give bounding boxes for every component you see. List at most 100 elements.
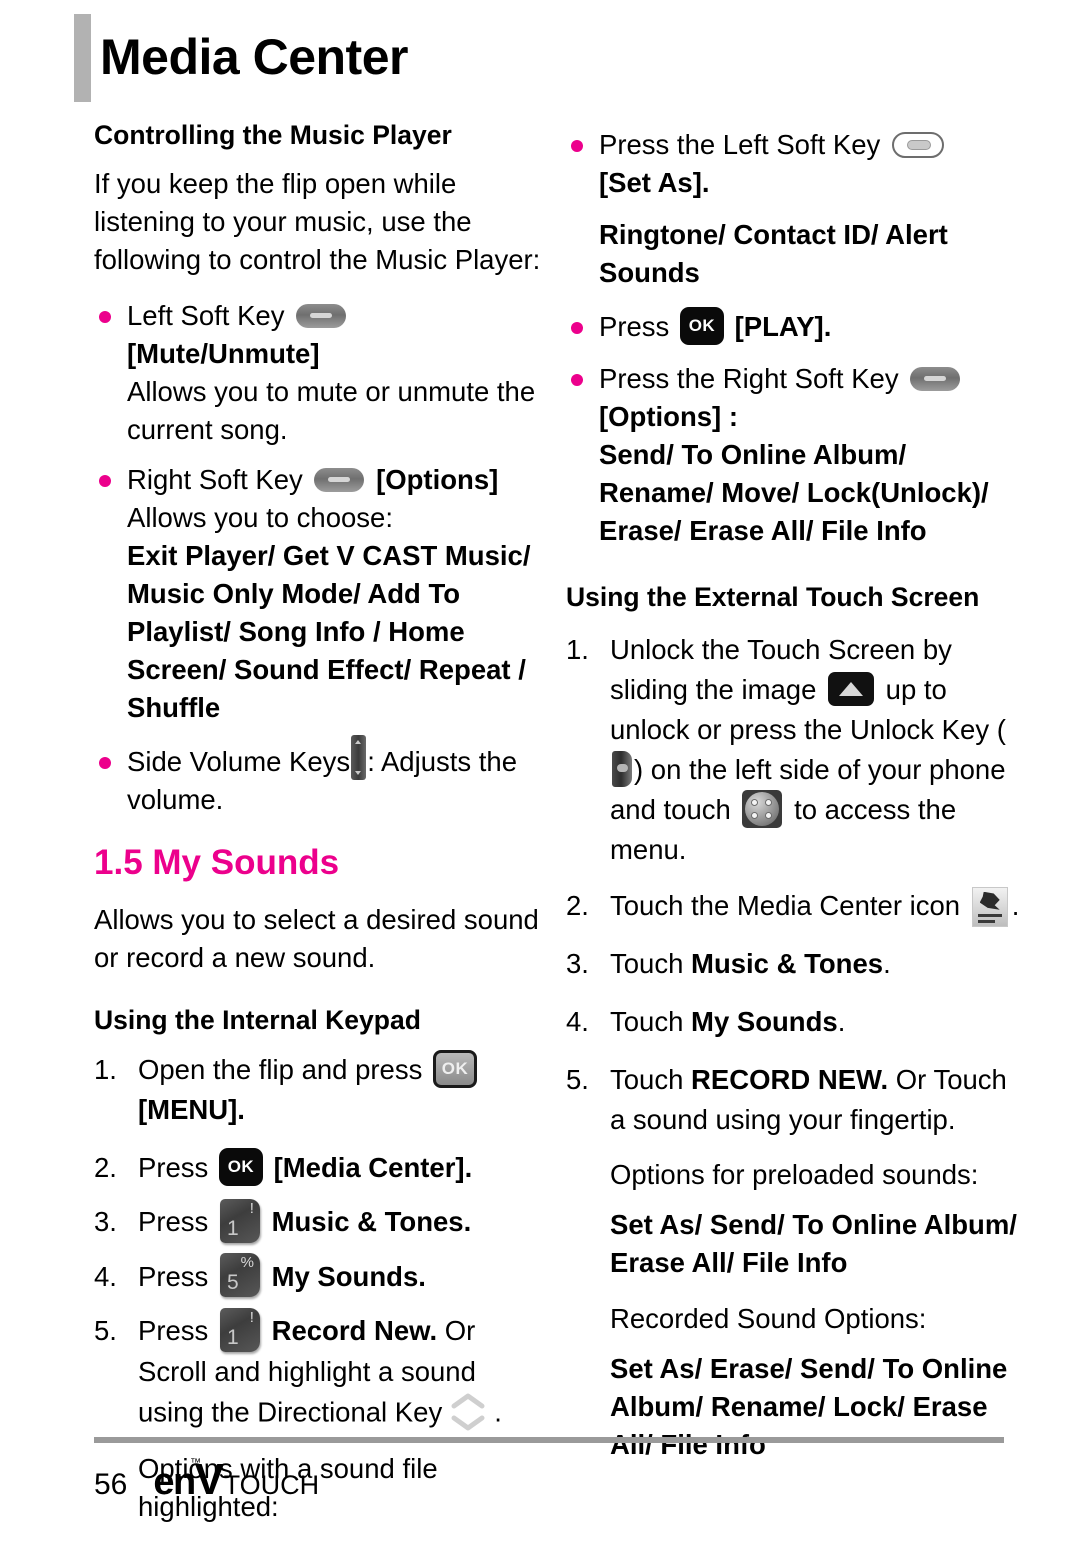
step-internal-2: 2. Press OK [Media Center].: [94, 1148, 542, 1188]
bullet-side-volume-keys: Side Volume Keys: Adjusts the volume.: [94, 735, 542, 819]
step-text-before: Press: [138, 1152, 209, 1183]
bullet-label-before: Right Soft Key: [127, 464, 303, 495]
heading-internal-keypad: Using the Internal Keypad: [94, 1005, 421, 1035]
step-number: 3.: [94, 1206, 117, 1237]
step-text-end: .: [494, 1396, 502, 1428]
step-external-5: 5. Touch RECORD NEW. Or Touch a sound us…: [566, 1060, 1026, 1140]
ok-key-gray-icon: OK: [433, 1050, 477, 1089]
step-part-2: .: [883, 948, 891, 979]
unlock-key-icon: [612, 750, 632, 787]
step-text-after: [MENU].: [138, 1094, 245, 1125]
bullet-label-after: [Mute/Unmute]: [127, 338, 320, 369]
left-column: Controlling the Music Player If you keep…: [94, 118, 542, 1538]
step-external-1: 1. Unlock the Touch Screen by sliding th…: [566, 630, 1026, 870]
step-text-before: Press: [138, 1260, 209, 1292]
step-part-2: .: [1011, 890, 1020, 921]
slide-up-icon: [828, 672, 875, 707]
page-footer: 56 enV ™ TOUCH: [94, 1437, 1004, 1504]
step-text-before: Press: [138, 1206, 209, 1237]
bullet-sub-options: Ringtone/ Contact ID/ Alert Sounds: [599, 219, 948, 288]
step-number: 4.: [566, 1006, 589, 1037]
footer-divider: [94, 1437, 1004, 1443]
step-number: 4.: [94, 1260, 117, 1292]
soft-key-outline-icon: [891, 131, 944, 158]
directional-key-icon: [448, 1388, 488, 1436]
logo-trademark: ™: [190, 1457, 202, 1469]
recorded-label: Recorded Sound Options:: [610, 1303, 927, 1334]
media-center-thumbnail-icon: [971, 886, 1008, 927]
section-intro: Allows you to select a desired sound or …: [94, 904, 539, 973]
step-internal-3: 3. Press 1! Music & Tones.: [94, 1198, 542, 1243]
step-external-2: 2. Touch the Media Center icon .: [566, 886, 1026, 927]
step-internal-1: 1. Open the flip and press OK [MENU].: [94, 1050, 542, 1130]
bullet-label-before: Side Volume Keys: [127, 746, 351, 777]
step-number: 1.: [566, 634, 589, 665]
logo-touch: TOUCH: [223, 1470, 320, 1500]
heading-controlling-music-player: Controlling the Music Player: [94, 120, 452, 150]
manual-page: Media Center Controlling the Music Playe…: [0, 0, 1080, 1552]
step-number: 2.: [94, 1152, 117, 1183]
logo-env: enV: [153, 1455, 224, 1504]
soft-key-gray-icon: [296, 303, 347, 328]
step-number: 5.: [566, 1064, 589, 1095]
bullet-detail: Allows you to mute or unmute the current…: [127, 376, 536, 445]
step-part-1: Touch: [610, 948, 684, 979]
env-touch-logo: enV ™ TOUCH: [153, 1455, 320, 1504]
ok-key-black-icon: OK: [679, 307, 724, 346]
bullet-label-before: Press: [599, 311, 670, 342]
numkey-5-icon: 5%: [219, 1253, 260, 1298]
step-text-before: Open the flip and press: [138, 1054, 423, 1085]
bullet-label-after: [Set As].: [599, 167, 710, 198]
step-text-after: Record New.: [271, 1315, 438, 1347]
side-volume-key-icon: [351, 735, 367, 781]
step-internal-5: 5. Press 1! Record New. Or Scroll and hi…: [94, 1308, 542, 1436]
step-external-3: 3. Touch Music & Tones.: [566, 944, 1026, 984]
step-part-2: .: [837, 1006, 846, 1037]
bullet-label-before: Press the Right Soft Key: [599, 363, 899, 394]
numkey-1-icon: 1!: [219, 1308, 260, 1353]
step-bold: Music & Tones: [691, 948, 884, 979]
bullet-detail: Allows you to choose:: [127, 502, 393, 533]
header-accent-bar: [74, 14, 91, 102]
step-bold: RECORD NEW.: [691, 1064, 889, 1095]
intro-paragraph: If you keep the flip open while listenin…: [94, 168, 541, 275]
preloaded-label: Options for preloaded sounds:: [610, 1159, 979, 1190]
bullet-press-left-soft-key: Press the Left Soft Key [Set As]. Ringto…: [566, 126, 1026, 292]
page-title: Media Center: [100, 29, 408, 85]
step-number: 1.: [94, 1054, 117, 1085]
bullet-options-list: Exit Player/ Get V CAST Music/ Music Onl…: [127, 540, 531, 723]
step-part-1: Touch: [610, 1006, 684, 1037]
step-number: 2.: [566, 890, 589, 921]
section-heading-my-sounds: 1.5 My Sounds: [94, 843, 340, 882]
soft-key-gray-icon: [910, 366, 961, 391]
bullet-label-before: Left Soft Key: [127, 300, 285, 331]
page-header: Media Center: [0, 0, 1080, 118]
bullet-label-after: [Options] :: [599, 401, 738, 432]
step-external-4: 4. Touch My Sounds.: [566, 1002, 1026, 1042]
bullet-right-soft-key: Right Soft Key [Options] Allows you to c…: [94, 461, 542, 727]
bullet-press-play: Press OK [PLAY].: [566, 307, 1026, 346]
ok-key-black-icon: OK: [218, 1148, 263, 1187]
step-number: 3.: [566, 948, 589, 979]
step-text-after: My Sounds.: [271, 1260, 426, 1292]
step-text-after: [Media Center].: [273, 1152, 473, 1183]
page-number: 56: [94, 1468, 128, 1501]
step-bold: My Sounds: [691, 1006, 838, 1037]
bullet-sub-options: Send/ To Online Album/ Rename/ Move/ Loc…: [599, 439, 989, 546]
bullet-label-after: [PLAY].: [734, 311, 832, 342]
bullet-left-soft-key: Left Soft Key [Mute/Unmute] Allows you t…: [94, 297, 542, 449]
step-number: 5.: [94, 1315, 117, 1347]
step-part-1: Touch the Media Center icon: [610, 890, 961, 921]
soft-key-gray-icon: [314, 467, 365, 492]
preloaded-options: Set As/ Send/ To Online Album/ Erase All…: [610, 1209, 1017, 1278]
right-column: Press the Left Soft Key [Set As]. Ringto…: [566, 126, 1026, 1476]
step-text-before: Press: [138, 1315, 209, 1347]
numkey-1-icon: 1!: [219, 1198, 260, 1243]
bullet-press-right-soft-key: Press the Right Soft Key [Options] : Sen…: [566, 360, 1026, 550]
step-part-1: Touch: [610, 1064, 684, 1095]
heading-external-touch-screen: Using the External Touch Screen: [566, 582, 980, 612]
bullet-label-after: [Options]: [376, 464, 499, 495]
menu-dots-icon: [742, 790, 783, 829]
step-internal-4: 4. Press 5% My Sounds.: [94, 1253, 542, 1298]
bullet-label-before: Press the Left Soft Key: [599, 129, 881, 160]
